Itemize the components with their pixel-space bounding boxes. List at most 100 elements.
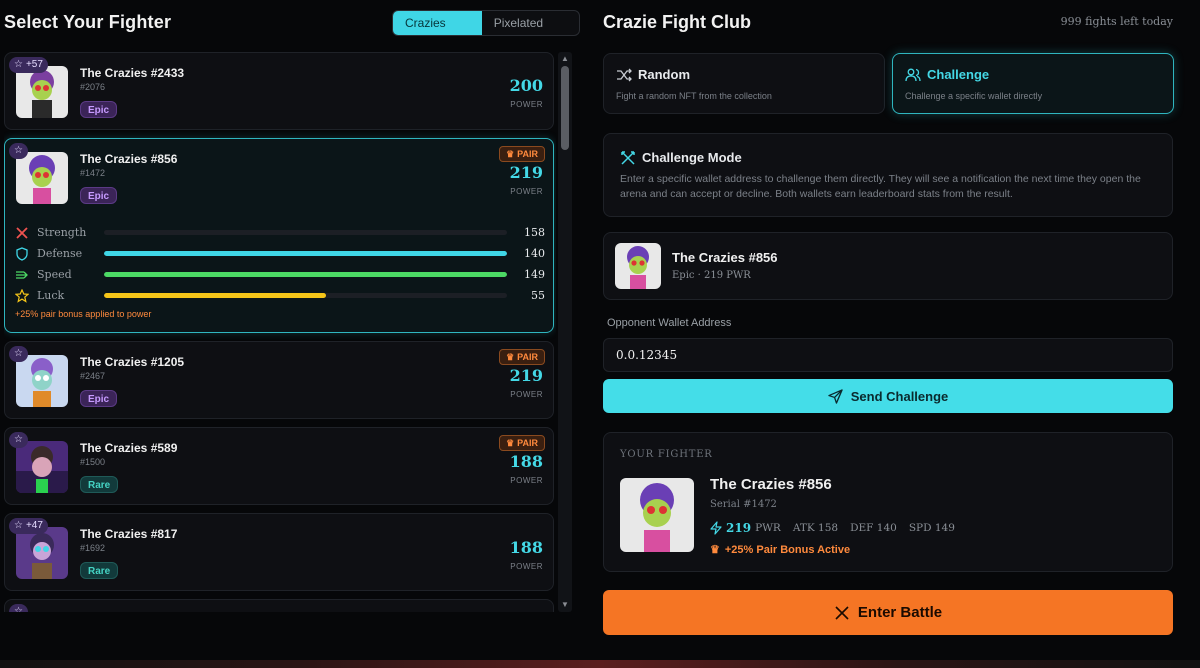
- fighter-list: ☆ +57 The Crazies #2433 #2076 Epic 200 PO…: [4, 52, 556, 612]
- rarity-badge: Rare: [80, 476, 119, 493]
- speed-icon: [16, 271, 28, 279]
- star-icon: ☆: [14, 606, 23, 612]
- rarity-badge: Epic: [80, 101, 118, 118]
- fighter-name: The Crazies #856: [80, 152, 178, 166]
- send-label: Send Challenge: [850, 388, 949, 404]
- fighter-avatar: [16, 152, 68, 204]
- pair-badge: ♛ PAIR: [499, 146, 545, 162]
- send-icon: [828, 388, 843, 404]
- mode-desc: Challenge a specific wallet directly: [905, 91, 1043, 101]
- boost-badge: ☆: [9, 432, 28, 448]
- fighter-serial: #1500: [80, 457, 106, 467]
- enter-battle-label: Enter Battle: [857, 604, 943, 621]
- collection-tabs: Crazies (40) Pixelated (75): [392, 10, 580, 36]
- stat-strength: Strength 158: [15, 226, 545, 240]
- fighter-sub: Epic · 219 PWR: [672, 270, 751, 281]
- users-icon: [905, 68, 921, 82]
- power-value: 219: [509, 366, 543, 385]
- rarity-badge: Epic: [80, 187, 118, 204]
- fighter-serial: #2467: [80, 371, 106, 381]
- stat-value: 149: [524, 268, 545, 281]
- def-stat: DEF 140: [850, 522, 897, 534]
- send-challenge-button[interactable]: Send Challenge: [603, 379, 1173, 413]
- pair-badge: ♛ PAIR: [499, 435, 545, 451]
- power-value: 219: [509, 163, 543, 182]
- shield-icon: [16, 247, 28, 261]
- fighter-name: The Crazies #2433: [80, 66, 185, 80]
- fighter-select-panel: Select Your Fighter Crazies (40) Pixelat…: [0, 0, 580, 668]
- power-label: POWER: [510, 100, 543, 109]
- crown-icon: ♛: [506, 149, 515, 159]
- stat-bar: [104, 293, 507, 298]
- scroll-down-icon[interactable]: ▼: [560, 600, 570, 610]
- fighter-card-selected[interactable]: ☆ The Crazies #856 #1472 Epic ♛ PAIR 219 …: [4, 138, 554, 333]
- bottom-glow-strip: [0, 660, 1200, 668]
- power-stat: 219 PWR: [710, 521, 781, 535]
- stat-fill: [104, 272, 507, 277]
- shuffle-icon: [617, 68, 632, 82]
- rarity-badge: Rare: [80, 562, 119, 579]
- power-unit: PWR: [755, 522, 781, 534]
- stat-fill: [104, 251, 507, 256]
- fights-remaining: 999 fights left today: [1060, 15, 1173, 28]
- power-label: POWER: [510, 562, 543, 571]
- fighter-card[interactable]: ☆: [4, 599, 554, 612]
- pair-bonus-note: +25% pair bonus applied to power: [15, 309, 152, 319]
- app-title: Crazie Fight Club: [603, 12, 751, 32]
- boost-badge: ☆: [9, 143, 28, 159]
- star-icon: ☆: [14, 434, 23, 445]
- fighter-card[interactable]: ☆ The Crazies #589 #1500 Rare ♛ PAIR 188 …: [4, 427, 554, 505]
- enter-battle-button[interactable]: Enter Battle: [603, 590, 1173, 635]
- mode-desc: Fight a random NFT from the collection: [616, 91, 772, 101]
- star-icon: ☆: [14, 59, 23, 70]
- swords-icon: [835, 605, 849, 620]
- crown-icon: ♛: [506, 438, 515, 448]
- power-label: POWER: [510, 476, 543, 485]
- pair-bonus-status: ♛ +25% Pair Bonus Active: [710, 543, 851, 557]
- challenge-mode-desc: Enter a specific wallet address to chall…: [620, 173, 1141, 200]
- scroll-up-icon[interactable]: ▲: [560, 54, 570, 64]
- fighter-serial: Serial #1472: [710, 499, 777, 510]
- fighter-card[interactable]: ☆ +57 The Crazies #2433 #2076 Epic 200 PO…: [4, 52, 554, 130]
- fighter-name: The Crazies #1205: [80, 355, 185, 369]
- stat-label: Strength: [37, 226, 87, 239]
- stat-fill: [104, 293, 326, 298]
- rarity-badge: Epic: [80, 390, 118, 407]
- star-icon: ☆: [14, 145, 23, 156]
- fighter-card[interactable]: ☆ +47 The Crazies #817 #1692 Rare 188 POW…: [4, 513, 554, 591]
- scroll-thumb[interactable]: [561, 66, 569, 150]
- mode-title: Challenge: [927, 67, 990, 82]
- mode-challenge[interactable]: Challenge Challenge a specific wallet di…: [892, 53, 1174, 114]
- boost-badge: ☆ +47: [9, 518, 48, 534]
- stat-bar: [104, 272, 507, 277]
- stat-defense: Defense 140: [15, 247, 545, 261]
- star-icon: ☆: [14, 520, 23, 531]
- swords-icon: [621, 151, 635, 165]
- power-value: 200: [509, 76, 543, 95]
- lightning-icon: [710, 521, 722, 535]
- fighter-name: The Crazies #817: [80, 527, 178, 541]
- fighter-card[interactable]: ☆ The Crazies #1205 #2467 Epic ♛ PAIR 219…: [4, 341, 554, 419]
- power-value: 219: [726, 521, 752, 535]
- list-scrollbar[interactable]: ▲ ▼: [558, 52, 572, 612]
- star-icon: [15, 289, 29, 303]
- tab-pixelated[interactable]: Pixelated (75): [482, 11, 579, 35]
- stat-bar: [104, 230, 507, 235]
- fighter-name: The Crazies #856: [710, 476, 832, 493]
- wallet-label: Opponent Wallet Address: [607, 317, 732, 329]
- tab-crazies[interactable]: Crazies (40): [393, 11, 482, 35]
- fighter-avatar: [620, 478, 694, 552]
- spd-stat: SPD 149: [908, 522, 955, 534]
- fighter-stats: 219 PWR ATK 158 DEF 140 SPD 149: [710, 521, 955, 535]
- wallet-address-input[interactable]: [603, 338, 1173, 372]
- mode-random[interactable]: Random Fight a random NFT from the colle…: [603, 53, 885, 114]
- star-icon: ☆: [14, 348, 23, 359]
- your-fighter-card: YOUR FIGHTER The Crazies #856 Serial #14…: [603, 432, 1173, 572]
- power-value: 188: [509, 538, 543, 557]
- stat-luck: Luck 55: [15, 289, 545, 303]
- challenge-mode-title: Challenge Mode: [642, 150, 742, 165]
- stat-value: 55: [531, 289, 545, 302]
- fighter-avatar: [615, 243, 661, 289]
- stat-value: 140: [524, 247, 545, 260]
- fighter-serial: #1692: [80, 543, 106, 553]
